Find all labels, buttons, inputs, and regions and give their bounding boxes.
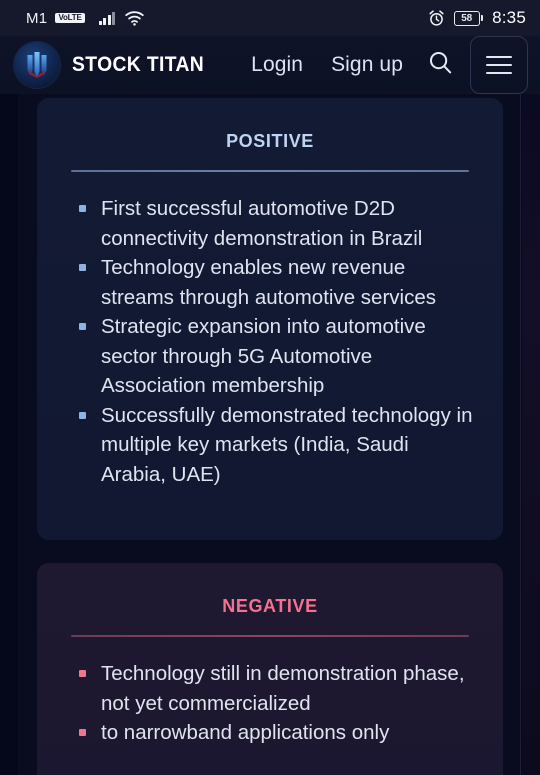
- wifi-icon: [125, 10, 144, 26]
- menu-line-1: [486, 56, 512, 58]
- page-right-gutter: [522, 94, 540, 775]
- negative-card-divider: [71, 635, 469, 637]
- list-item: Strategic expansion into automotive sect…: [79, 312, 477, 401]
- brand-name-label: STOCK TITAN: [72, 53, 205, 76]
- battery-indicator: 58: [453, 10, 484, 26]
- signal-bars-icon: [98, 11, 116, 25]
- list-item: Technology still in demonstration phase,…: [79, 659, 477, 718]
- battery-level-label: 58: [453, 10, 480, 26]
- list-item: Technology enables new revenue streams t…: [79, 253, 477, 312]
- status-bar: M1 VoLTE 58 8:35: [0, 0, 540, 36]
- negative-card: Negative Technology still in demonstrati…: [37, 563, 503, 775]
- search-button[interactable]: [417, 49, 464, 81]
- stocktitan-logo-icon: [14, 42, 60, 88]
- hamburger-menu-icon[interactable]: [470, 36, 528, 94]
- list-item: Successfully demonstrated technology in …: [79, 401, 477, 490]
- status-bar-left: M1 VoLTE: [26, 10, 144, 27]
- list-item: First successful automotive D2D connecti…: [79, 194, 477, 253]
- menu-line-3: [486, 72, 512, 74]
- positive-card-title: Positive: [226, 125, 314, 153]
- negative-card-title: Negative: [222, 590, 318, 618]
- login-link[interactable]: Login: [237, 53, 317, 77]
- list-item: to narrowband applications only: [79, 718, 477, 748]
- page-body: Positive First successful automotive D2D…: [0, 94, 540, 775]
- carrier-label: M1: [26, 9, 48, 27]
- signup-link[interactable]: Sign up: [317, 53, 417, 77]
- positive-card: Positive First successful automotive D2D…: [37, 98, 503, 540]
- negative-bullet-list: Technology still in demonstration phase,…: [37, 659, 503, 748]
- positive-card-divider: [71, 170, 469, 172]
- alarm-clock-icon: [428, 9, 445, 27]
- header-nav: Login Sign up: [237, 36, 528, 94]
- status-bar-right: 58 8:35: [428, 8, 526, 28]
- page-content-column: Positive First successful automotive D2D…: [18, 94, 521, 775]
- volte-badge: VoLTE: [55, 12, 85, 24]
- app-header: STOCK TITAN Login Sign up: [0, 36, 540, 94]
- positive-bullet-list: First successful automotive D2D connecti…: [37, 194, 503, 489]
- menu-line-2: [486, 64, 512, 66]
- clock-label: 8:35: [492, 8, 526, 27]
- brand-home-link[interactable]: STOCK TITAN: [14, 42, 216, 88]
- search-icon: [427, 49, 454, 81]
- battery-cap: [481, 15, 484, 21]
- phone-screen: M1 VoLTE 58 8:35 STOCK TITAN Login Sign …: [0, 0, 540, 775]
